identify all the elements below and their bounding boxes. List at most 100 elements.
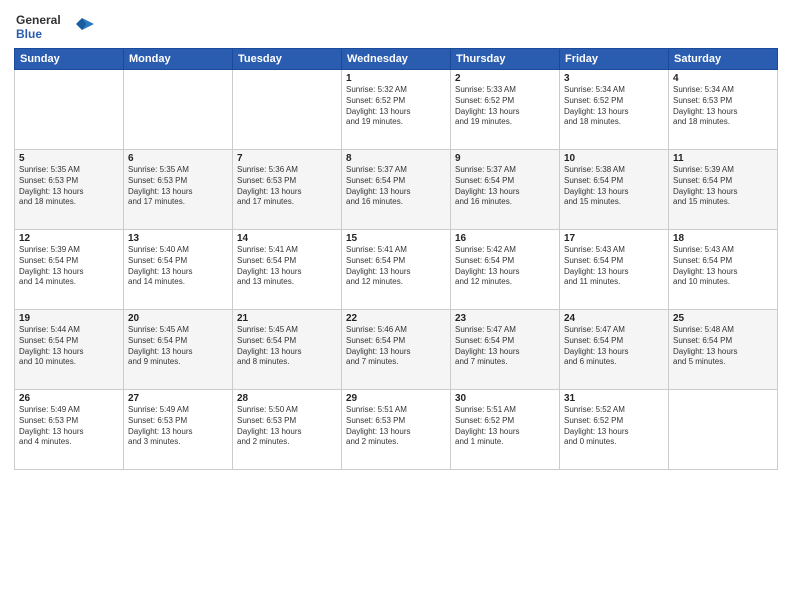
calendar-cell: 8Sunrise: 5:37 AMSunset: 6:54 PMDaylight… [342,150,451,230]
calendar-header-monday: Monday [124,49,233,70]
calendar-cell: 26Sunrise: 5:49 AMSunset: 6:53 PMDayligh… [15,390,124,470]
page: General Blue SundayMondayTuesdayWednesda… [0,0,792,612]
calendar-cell: 24Sunrise: 5:47 AMSunset: 6:54 PMDayligh… [560,310,669,390]
calendar-cell: 6Sunrise: 5:35 AMSunset: 6:53 PMDaylight… [124,150,233,230]
day-info: Sunrise: 5:34 AMSunset: 6:52 PMDaylight:… [564,85,664,128]
day-number: 5 [19,153,119,164]
day-info: Sunrise: 5:37 AMSunset: 6:54 PMDaylight:… [455,165,555,208]
day-info: Sunrise: 5:44 AMSunset: 6:54 PMDaylight:… [19,325,119,368]
calendar-cell: 4Sunrise: 5:34 AMSunset: 6:53 PMDaylight… [669,70,778,150]
day-info: Sunrise: 5:48 AMSunset: 6:54 PMDaylight:… [673,325,773,368]
day-number: 3 [564,73,664,84]
day-number: 1 [346,73,446,84]
day-info: Sunrise: 5:40 AMSunset: 6:54 PMDaylight:… [128,245,228,288]
calendar-week-5: 26Sunrise: 5:49 AMSunset: 6:53 PMDayligh… [15,390,778,470]
calendar-header-row: SundayMondayTuesdayWednesdayThursdayFrid… [15,49,778,70]
day-number: 9 [455,153,555,164]
day-info: Sunrise: 5:32 AMSunset: 6:52 PMDaylight:… [346,85,446,128]
calendar-cell: 12Sunrise: 5:39 AMSunset: 6:54 PMDayligh… [15,230,124,310]
calendar-week-3: 12Sunrise: 5:39 AMSunset: 6:54 PMDayligh… [15,230,778,310]
calendar-cell: 17Sunrise: 5:43 AMSunset: 6:54 PMDayligh… [560,230,669,310]
calendar-cell: 15Sunrise: 5:41 AMSunset: 6:54 PMDayligh… [342,230,451,310]
day-info: Sunrise: 5:43 AMSunset: 6:54 PMDaylight:… [673,245,773,288]
calendar-week-2: 5Sunrise: 5:35 AMSunset: 6:53 PMDaylight… [15,150,778,230]
calendar-cell: 9Sunrise: 5:37 AMSunset: 6:54 PMDaylight… [451,150,560,230]
day-number: 10 [564,153,664,164]
calendar-cell: 21Sunrise: 5:45 AMSunset: 6:54 PMDayligh… [233,310,342,390]
calendar-header-wednesday: Wednesday [342,49,451,70]
day-number: 20 [128,313,228,324]
day-info: Sunrise: 5:41 AMSunset: 6:54 PMDaylight:… [237,245,337,288]
day-info: Sunrise: 5:43 AMSunset: 6:54 PMDaylight:… [564,245,664,288]
day-info: Sunrise: 5:42 AMSunset: 6:54 PMDaylight:… [455,245,555,288]
calendar-week-4: 19Sunrise: 5:44 AMSunset: 6:54 PMDayligh… [15,310,778,390]
calendar-cell: 7Sunrise: 5:36 AMSunset: 6:53 PMDaylight… [233,150,342,230]
day-number: 11 [673,153,773,164]
calendar-cell: 31Sunrise: 5:52 AMSunset: 6:52 PMDayligh… [560,390,669,470]
day-number: 14 [237,233,337,244]
day-info: Sunrise: 5:39 AMSunset: 6:54 PMDaylight:… [673,165,773,208]
day-info: Sunrise: 5:47 AMSunset: 6:54 PMDaylight:… [564,325,664,368]
day-info: Sunrise: 5:35 AMSunset: 6:53 PMDaylight:… [19,165,119,208]
day-info: Sunrise: 5:51 AMSunset: 6:53 PMDaylight:… [346,405,446,448]
logo-text: General Blue [14,10,104,42]
day-number: 7 [237,153,337,164]
day-number: 23 [455,313,555,324]
day-number: 19 [19,313,119,324]
calendar-cell: 18Sunrise: 5:43 AMSunset: 6:54 PMDayligh… [669,230,778,310]
calendar-cell [15,70,124,150]
day-info: Sunrise: 5:46 AMSunset: 6:54 PMDaylight:… [346,325,446,368]
day-info: Sunrise: 5:49 AMSunset: 6:53 PMDaylight:… [128,405,228,448]
day-number: 21 [237,313,337,324]
day-number: 15 [346,233,446,244]
day-number: 28 [237,393,337,404]
day-info: Sunrise: 5:52 AMSunset: 6:52 PMDaylight:… [564,405,664,448]
calendar-cell: 1Sunrise: 5:32 AMSunset: 6:52 PMDaylight… [342,70,451,150]
day-info: Sunrise: 5:36 AMSunset: 6:53 PMDaylight:… [237,165,337,208]
day-info: Sunrise: 5:49 AMSunset: 6:53 PMDaylight:… [19,405,119,448]
calendar-cell: 30Sunrise: 5:51 AMSunset: 6:52 PMDayligh… [451,390,560,470]
day-info: Sunrise: 5:35 AMSunset: 6:53 PMDaylight:… [128,165,228,208]
calendar-cell: 16Sunrise: 5:42 AMSunset: 6:54 PMDayligh… [451,230,560,310]
svg-text:Blue: Blue [16,27,42,41]
calendar-cell: 28Sunrise: 5:50 AMSunset: 6:53 PMDayligh… [233,390,342,470]
day-number: 6 [128,153,228,164]
day-number: 12 [19,233,119,244]
calendar-cell: 2Sunrise: 5:33 AMSunset: 6:52 PMDaylight… [451,70,560,150]
day-number: 4 [673,73,773,84]
calendar-header-sunday: Sunday [15,49,124,70]
calendar-cell: 20Sunrise: 5:45 AMSunset: 6:54 PMDayligh… [124,310,233,390]
day-info: Sunrise: 5:41 AMSunset: 6:54 PMDaylight:… [346,245,446,288]
day-number: 16 [455,233,555,244]
calendar-cell [124,70,233,150]
day-number: 2 [455,73,555,84]
calendar: SundayMondayTuesdayWednesdayThursdayFrid… [14,48,778,470]
calendar-cell: 19Sunrise: 5:44 AMSunset: 6:54 PMDayligh… [15,310,124,390]
day-info: Sunrise: 5:45 AMSunset: 6:54 PMDaylight:… [237,325,337,368]
calendar-cell [669,390,778,470]
day-info: Sunrise: 5:39 AMSunset: 6:54 PMDaylight:… [19,245,119,288]
day-number: 17 [564,233,664,244]
svg-text:General: General [16,13,61,27]
calendar-cell: 13Sunrise: 5:40 AMSunset: 6:54 PMDayligh… [124,230,233,310]
day-number: 31 [564,393,664,404]
calendar-cell: 27Sunrise: 5:49 AMSunset: 6:53 PMDayligh… [124,390,233,470]
calendar-cell: 25Sunrise: 5:48 AMSunset: 6:54 PMDayligh… [669,310,778,390]
calendar-week-1: 1Sunrise: 5:32 AMSunset: 6:52 PMDaylight… [15,70,778,150]
day-number: 29 [346,393,446,404]
calendar-cell: 14Sunrise: 5:41 AMSunset: 6:54 PMDayligh… [233,230,342,310]
logo-svg: General Blue [14,10,104,42]
day-number: 24 [564,313,664,324]
day-info: Sunrise: 5:34 AMSunset: 6:53 PMDaylight:… [673,85,773,128]
day-number: 13 [128,233,228,244]
day-number: 22 [346,313,446,324]
day-info: Sunrise: 5:51 AMSunset: 6:52 PMDaylight:… [455,405,555,448]
header: General Blue [14,10,778,42]
calendar-cell: 5Sunrise: 5:35 AMSunset: 6:53 PMDaylight… [15,150,124,230]
day-info: Sunrise: 5:37 AMSunset: 6:54 PMDaylight:… [346,165,446,208]
logo: General Blue [14,10,104,42]
calendar-cell: 10Sunrise: 5:38 AMSunset: 6:54 PMDayligh… [560,150,669,230]
day-info: Sunrise: 5:47 AMSunset: 6:54 PMDaylight:… [455,325,555,368]
day-info: Sunrise: 5:50 AMSunset: 6:53 PMDaylight:… [237,405,337,448]
day-number: 27 [128,393,228,404]
